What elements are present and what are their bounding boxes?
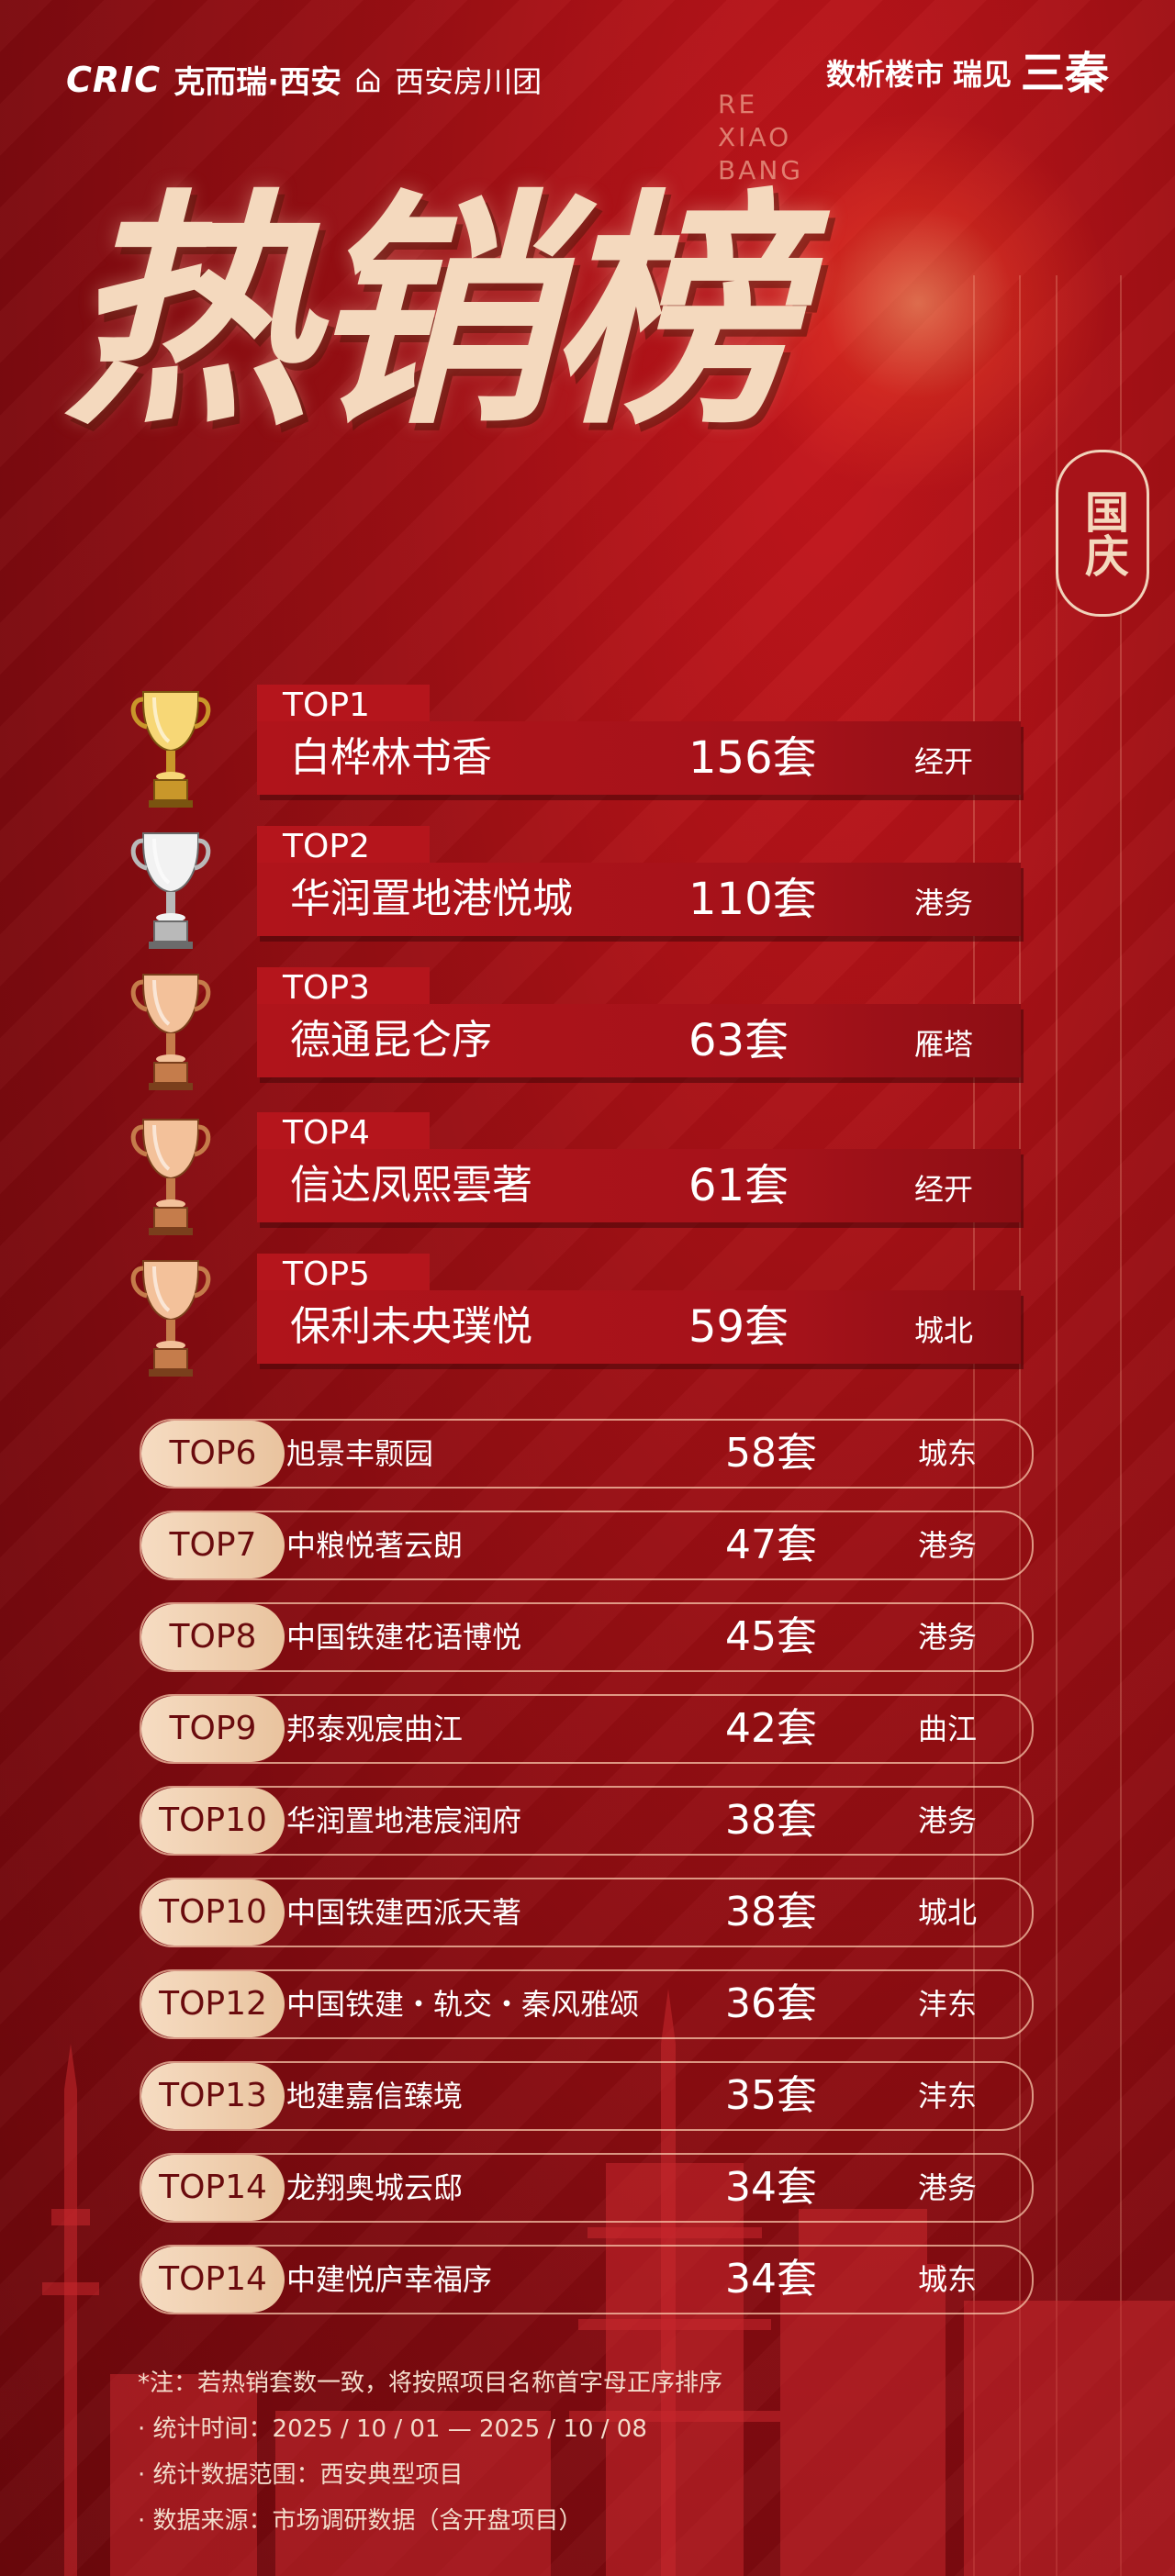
- district: 经开: [914, 1172, 974, 1207]
- brand-sub: 西安房川团: [395, 63, 543, 99]
- project-name: 白桦林书香: [290, 734, 492, 781]
- pinyin-line: XIAO: [718, 122, 792, 152]
- project-name: 华润置地港悦城: [290, 875, 573, 922]
- brand: CRIC 克而瑞·西安 西安房川团: [66, 57, 542, 102]
- district: 城东: [918, 2262, 978, 2297]
- project-name: 中国铁建西派天著: [286, 1895, 522, 1930]
- sales-count: 42套: [725, 1705, 817, 1752]
- slogan: 数析楼市 瑞见 三秦: [825, 48, 1109, 99]
- rank-pill: TOP7: [141, 1512, 285, 1578]
- footnote: · 统计时间：2025 / 10 / 01 — 2025 / 10 / 08: [138, 2415, 647, 2443]
- bronze-trophy-icon: [130, 1119, 211, 1235]
- district: 港务: [918, 1528, 978, 1563]
- slogan-text-a: 数析楼市: [825, 57, 944, 92]
- sales-count: 35套: [725, 2072, 817, 2119]
- rank-pill: TOP9: [141, 1696, 285, 1762]
- ranking-bar: 白桦林书香 156套 经开: [257, 721, 1021, 795]
- footnote: *注：若热销套数一致，将按照项目名称首字母正序排序: [138, 2370, 723, 2397]
- district: 港务: [918, 1803, 978, 1838]
- national-day-seal: 国庆: [1056, 450, 1149, 617]
- rank-pill: TOP10: [141, 1788, 285, 1854]
- district: 经开: [914, 744, 974, 779]
- sales-count: 36套: [725, 1980, 817, 2027]
- house-icon: [356, 67, 380, 92]
- list-item: TOP14 中建悦庐幸福序 34套 城东: [140, 2245, 1034, 2314]
- rank-pill: TOP13: [141, 2063, 285, 2129]
- district: 港务: [918, 1620, 978, 1655]
- rank-pill: TOP10: [141, 1879, 285, 1946]
- project-name: 地建嘉信臻境: [286, 2079, 464, 2113]
- sales-count: 58套: [725, 1430, 817, 1477]
- project-name: 龙翔奥城云邸: [286, 2170, 464, 2205]
- brand-name: 克而瑞·西安: [173, 64, 342, 101]
- district: 雁塔: [914, 1027, 974, 1062]
- list-item: TOP12 中国铁建・轨交・秦风雅颂 36套 沣东: [140, 1969, 1034, 2039]
- top5-row: TOP2 华润置地港悦城 110套 港务: [0, 826, 1175, 954]
- sales-count: 34套: [725, 2164, 817, 2211]
- project-name: 旭景丰颢园: [286, 1436, 434, 1471]
- list-item: TOP6 旭景丰颢园 58套 城东: [140, 1419, 1034, 1489]
- footnote: · 数据来源：市场调研数据（含开盘项目）: [138, 2507, 583, 2535]
- slogan-text-b: 瑞见: [952, 57, 1012, 92]
- slogan-calligraphy: 三秦: [1020, 48, 1109, 99]
- sales-count: 110套: [688, 874, 817, 925]
- pinyin-line: RE: [718, 89, 758, 119]
- top5-row: TOP1 白桦林书香 156套 经开: [0, 685, 1175, 813]
- sales-count: 45套: [725, 1613, 817, 1660]
- list-item: TOP7 中粮悦著云朗 47套 港务: [140, 1511, 1034, 1580]
- list-item: TOP13 地建嘉信臻境 35套 沣东: [140, 2061, 1034, 2131]
- project-name: 保利未央璞悦: [290, 1303, 532, 1350]
- header: CRIC 克而瑞·西安 西安房川团 数析楼市 瑞见 三秦: [0, 0, 1175, 138]
- bronze-trophy-icon: [130, 1260, 211, 1377]
- district: 城东: [918, 1436, 978, 1471]
- project-name: 中国铁建・轨交・秦风雅颂: [286, 1987, 640, 2022]
- list-item: TOP14 龙翔奥城云邸 34套 港务: [140, 2153, 1034, 2223]
- sales-count: 34套: [725, 2256, 817, 2303]
- project-name: 信达凤熙雲著: [290, 1162, 532, 1209]
- rank-pill: TOP6: [141, 1421, 285, 1487]
- cric-logo: CRIC: [66, 59, 162, 100]
- sales-count: 156套: [688, 732, 817, 784]
- district: 沣东: [918, 2079, 978, 2113]
- list-item: TOP9 邦泰观宸曲江 42套 曲江: [140, 1694, 1034, 1764]
- rank-pill: TOP14: [141, 2155, 285, 2221]
- top5-row: TOP4 信达凤熙雲著 61套 经开: [0, 1112, 1175, 1241]
- project-name: 华润置地港宸润府: [286, 1803, 522, 1838]
- sales-count: 38套: [725, 1889, 817, 1935]
- district: 曲江: [918, 1712, 978, 1746]
- project-name: 中粮悦著云朗: [286, 1528, 464, 1563]
- district: 城北: [914, 1313, 974, 1348]
- gold-trophy-icon: [130, 691, 211, 808]
- district: 港务: [918, 2170, 978, 2205]
- sales-count: 63套: [688, 1015, 789, 1066]
- ranking-bar: 信达凤熙雲著 61套 经开: [257, 1149, 1021, 1222]
- list-item: TOP8 中国铁建花语博悦 45套 港务: [140, 1602, 1034, 1672]
- project-name: 德通昆仑序: [290, 1017, 492, 1064]
- ranking-bar: 保利未央璞悦 59套 城北: [257, 1290, 1021, 1364]
- sales-count: 59套: [688, 1301, 789, 1353]
- footnotes: *注：若热销套数一致，将按照项目名称首字母正序排序 · 统计时间：2025 / …: [138, 2360, 722, 2544]
- rank-pill: TOP8: [141, 1604, 285, 1670]
- sales-count: 61套: [688, 1160, 789, 1211]
- ranking-bar: 德通昆仑序 63套 雁塔: [257, 1004, 1021, 1077]
- silver-trophy-icon: [130, 832, 211, 949]
- project-name: 中国铁建花语博悦: [286, 1620, 522, 1655]
- district: 城北: [918, 1895, 978, 1930]
- sales-count: 38套: [725, 1797, 817, 1844]
- ranking-bar: 华润置地港悦城 110套 港务: [257, 863, 1021, 936]
- page-title: 热销榜: [64, 166, 797, 458]
- footnote: · 统计数据范围：西安典型项目: [138, 2461, 464, 2489]
- rank-pill: TOP14: [141, 2247, 285, 2313]
- rank-pill: TOP12: [141, 1971, 285, 2037]
- project-name: 邦泰观宸曲江: [286, 1712, 464, 1746]
- top5-row: TOP5 保利未央璞悦 59套 城北: [0, 1254, 1175, 1382]
- top5-row: TOP3 德通昆仑序 63套 雁塔: [0, 967, 1175, 1096]
- bronze-trophy-icon: [130, 974, 211, 1090]
- list-item: TOP10 中国铁建西派天著 38套 城北: [140, 1878, 1034, 1947]
- district: 沣东: [918, 1987, 978, 2022]
- sales-count: 47套: [725, 1522, 817, 1568]
- list-item: TOP10 华润置地港宸润府 38套 港务: [140, 1786, 1034, 1856]
- project-name: 中建悦庐幸福序: [286, 2262, 493, 2297]
- district: 港务: [914, 886, 974, 920]
